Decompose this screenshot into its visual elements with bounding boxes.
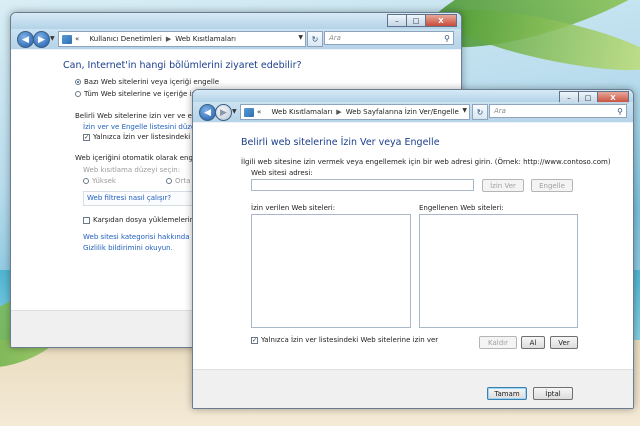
import-button[interactable]: Al: [521, 336, 545, 349]
breadcrumb-web-restrictions[interactable]: Web Kısıtlamaları: [272, 108, 333, 116]
cancel-button[interactable]: İptal: [533, 387, 573, 400]
address-bar[interactable]: « Kullanıcı Denetimleri ▶ Web Kısıtlamal…: [58, 31, 306, 47]
search-input[interactable]: Ara ⚲: [489, 104, 627, 118]
address-bar[interactable]: « Web Kısıtlamaları ▶ Web Sayfalarına İz…: [240, 104, 470, 120]
chevron-down-icon[interactable]: ▼: [462, 107, 467, 114]
allowed-list-label: İzin verilen Web siteleri:: [251, 204, 336, 212]
maximize-button[interactable]: □: [406, 14, 426, 27]
refresh-button[interactable]: ↻: [472, 104, 488, 120]
allow-button[interactable]: İzin Ver: [482, 179, 524, 192]
radio-label: Yüksek: [92, 177, 116, 185]
ok-button[interactable]: Tamam: [487, 387, 527, 400]
breadcrumb-allow-block-pages[interactable]: Web Sayfalarına İzin Ver/Engelle: [346, 108, 459, 116]
search-icon[interactable]: ⚲: [617, 107, 623, 116]
breadcrumb-overflow[interactable]: «: [75, 35, 79, 43]
page-title: Belirli web sitelerine İzin Ver veya Eng…: [241, 137, 440, 148]
radio-level-high[interactable]: Yüksek: [83, 177, 116, 185]
recent-pages-dropdown[interactable]: ▼: [232, 108, 237, 115]
control-panel-icon: [62, 34, 72, 44]
search-placeholder: Ara: [494, 107, 506, 115]
radio-label: Orta: [175, 177, 191, 185]
close-button[interactable]: X: [425, 14, 457, 27]
radio-button[interactable]: [75, 91, 81, 97]
navigation-bar: ◀ ▶ ▼ « Web Kısıtlamaları ▶ Web Sayfalar…: [193, 102, 633, 122]
section-heading-auto-block: Web içeriğini otomatik olarak engelle: [75, 154, 206, 162]
dialog-footer: Tamam İptal: [193, 369, 633, 408]
window-controls: – □ X: [387, 14, 457, 27]
back-button[interactable]: ◀: [199, 104, 216, 121]
control-panel-icon: [244, 107, 254, 117]
page-title: Can, Internet'in hangi bölümlerini ziyar…: [63, 60, 302, 71]
instruction-text: İlgili web sitesine izin vermek veya eng…: [241, 158, 611, 166]
radio-button[interactable]: [83, 178, 89, 184]
search-icon[interactable]: ⚲: [444, 34, 450, 43]
block-button[interactable]: Engelle: [531, 179, 573, 192]
breadcrumb-web-restrictions[interactable]: Web Kısıtlamaları: [175, 35, 236, 43]
breadcrumb-user-controls[interactable]: Kullanıcı Denetimleri: [90, 35, 162, 43]
allow-block-webpages-window: – □ X ◀ ▶ ▼ « Web Kısıtlamaları ▶ Web Sa…: [192, 89, 634, 409]
radio-button[interactable]: [166, 178, 172, 184]
chevron-down-icon[interactable]: ▼: [298, 34, 303, 41]
checkbox-label: Yalnızca İzin ver listesindeki Web sitel…: [261, 336, 439, 344]
allowed-sites-list[interactable]: [251, 214, 411, 328]
content-area: Belirli web sitelerine İzin Ver veya Eng…: [193, 123, 633, 369]
website-address-input[interactable]: [251, 179, 474, 191]
checkbox[interactable]: ✓: [251, 336, 258, 344]
address-label: Web sitesi adresi:: [251, 169, 313, 177]
radio-button[interactable]: [75, 79, 81, 85]
search-placeholder: Ara: [329, 34, 341, 42]
breadcrumb-overflow[interactable]: «: [257, 108, 261, 116]
refresh-button[interactable]: ↻: [307, 31, 323, 47]
navigation-bar: ◀ ▶ ▼ « Kullanıcı Denetimleri ▶ Web Kısı…: [11, 29, 461, 49]
checkbox[interactable]: [83, 216, 90, 224]
blocked-sites-list[interactable]: [419, 214, 578, 328]
forward-button[interactable]: ▶: [215, 104, 232, 121]
radio-label: Bazı Web sitelerini veya içeriği engelle: [84, 78, 220, 86]
radio-block-some[interactable]: Bazı Web sitelerini veya içeriği engelle: [75, 78, 219, 86]
edit-list-link[interactable]: İzin ver ve Engelle listesini düzenle: [83, 123, 206, 131]
privacy-link[interactable]: Gizlilik bildirimini okuyun.: [83, 244, 173, 252]
export-button[interactable]: Ver: [550, 336, 578, 349]
forward-button[interactable]: ▶: [33, 31, 50, 48]
checkbox[interactable]: ✓: [83, 133, 90, 141]
recent-pages-dropdown[interactable]: ▼: [50, 35, 55, 42]
title-bar[interactable]: – □ X: [193, 90, 633, 104]
radio-level-medium[interactable]: Orta: [166, 177, 190, 185]
blocked-list-label: Engellenen Web siteleri:: [419, 204, 504, 212]
search-input[interactable]: Ara ⚲: [324, 31, 454, 45]
back-button[interactable]: ◀: [17, 31, 34, 48]
only-allow-checkbox[interactable]: ✓ Yalnızca İzin ver listesindeki Web site…: [251, 336, 438, 344]
restriction-level-label: Web kısıtlama düzeyi seçin:: [83, 166, 181, 174]
remove-button[interactable]: Kaldır: [479, 336, 517, 349]
title-bar[interactable]: – □ X: [11, 13, 461, 29]
minimize-button[interactable]: –: [387, 14, 407, 27]
filter-help-link[interactable]: Web filtresi nasıl çalışır?: [87, 194, 171, 202]
